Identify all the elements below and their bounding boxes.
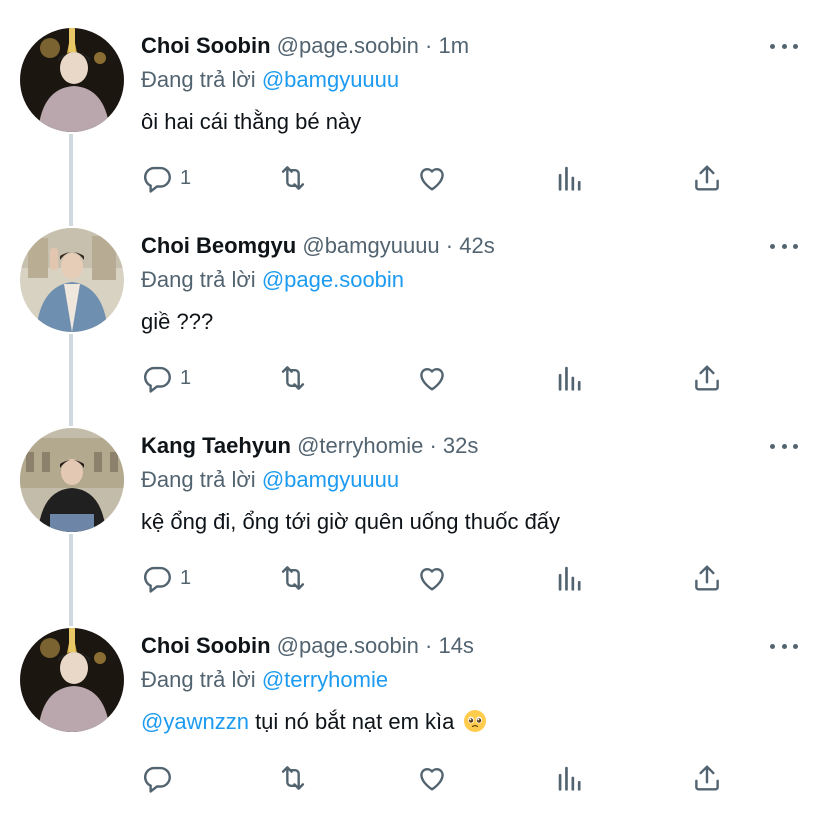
tweet[interactable]: Kang Taehyun @terryhomie · 32s Đang trả … <box>0 400 828 600</box>
separator-dot: · <box>429 433 437 458</box>
views-button[interactable] <box>553 560 587 596</box>
tweet-actions <box>140 760 740 796</box>
tweet-text: kệ ổng đi, ổng tới giờ quên uống thuốc đ… <box>141 509 561 534</box>
replying-to: Đang trả lời @bamgyuuuu <box>141 66 399 94</box>
tweet-header: Choi Beomgyu @bamgyuuuu · 42s <box>141 232 495 260</box>
tweet-header: Kang Taehyun @terryhomie · 32s <box>141 432 478 460</box>
reply-button[interactable]: 1 <box>140 360 191 396</box>
tweet[interactable]: Choi Soobin @page.soobin · 14s Đang trả … <box>0 600 828 800</box>
avatar[interactable] <box>20 628 124 732</box>
timestamp[interactable]: 32s <box>443 433 478 458</box>
views-button[interactable] <box>553 360 587 396</box>
reply-icon <box>144 566 171 593</box>
analytics-icon <box>558 566 581 591</box>
replying-to-handle[interactable]: @bamgyuuuu <box>262 467 399 492</box>
like-button[interactable] <box>415 360 449 396</box>
tweet-header: Choi Soobin @page.soobin · 14s <box>141 632 474 660</box>
replying-to-handle[interactable]: @page.soobin <box>262 267 404 292</box>
user-handle[interactable]: @page.soobin <box>277 633 419 658</box>
reply-button[interactable]: 1 <box>140 160 191 196</box>
display-name[interactable]: Kang Taehyun <box>141 433 291 458</box>
retweet-button[interactable] <box>276 560 310 596</box>
tweet-header: Choi Soobin @page.soobin · 1m <box>141 32 469 60</box>
more-icon[interactable] <box>770 36 798 56</box>
reply-icon <box>144 366 171 393</box>
tweet[interactable]: Choi Soobin @page.soobin · 1m Đang trả l… <box>0 0 828 200</box>
replying-label: Đang trả lời <box>141 67 256 92</box>
display-name[interactable]: Choi Soobin <box>141 33 271 58</box>
tweet[interactable]: Choi Beomgyu @bamgyuuuu · 42s Đang trả l… <box>0 200 828 400</box>
tweet-actions: 1 <box>140 360 740 396</box>
heart-icon <box>420 168 444 191</box>
tweet-actions: 1 <box>140 160 740 196</box>
replying-to-handle[interactable]: @terryhomie <box>262 667 388 692</box>
retweet-button[interactable] <box>276 160 310 196</box>
analytics-icon <box>558 166 581 191</box>
reply-button[interactable]: 1 <box>140 560 191 596</box>
heart-icon <box>420 768 444 791</box>
timestamp[interactable]: 14s <box>438 633 473 658</box>
user-handle[interactable]: @page.soobin <box>277 33 419 58</box>
retweet-icon <box>281 366 305 390</box>
replying-to: Đang trả lời @bamgyuuuu <box>141 466 399 494</box>
retweet-button[interactable] <box>276 360 310 396</box>
reply-thread: Choi Soobin @page.soobin · 1m Đang trả l… <box>0 0 828 821</box>
replying-label: Đang trả lời <box>141 467 256 492</box>
more-icon[interactable] <box>770 236 798 256</box>
replying-to-handle[interactable]: @bamgyuuuu <box>262 67 399 92</box>
heart-icon <box>420 368 444 391</box>
tweet-text: tụi nó bắt nạt em kìa <box>255 709 455 734</box>
reply-count: 1 <box>180 366 192 389</box>
more-icon[interactable] <box>770 436 798 456</box>
replying-to: Đang trả lời @page.soobin <box>141 266 404 294</box>
share-button[interactable] <box>690 560 724 596</box>
share-button[interactable] <box>690 760 724 796</box>
share-button[interactable] <box>690 360 724 396</box>
retweet-icon <box>281 566 305 590</box>
reply-icon <box>144 766 171 793</box>
retweet-icon <box>281 766 305 790</box>
reply-count: 1 <box>180 166 192 189</box>
reply-button[interactable] <box>140 760 180 796</box>
more-icon[interactable] <box>770 636 798 656</box>
analytics-icon <box>558 766 581 791</box>
share-icon <box>695 365 719 391</box>
views-button[interactable] <box>553 760 587 796</box>
timestamp[interactable]: 42s <box>459 233 494 258</box>
replying-label: Đang trả lời <box>141 667 256 692</box>
user-handle[interactable]: @bamgyuuuu <box>302 233 439 258</box>
tweet-text-row: @yawnzzn tụi nó bắt nạt em kìa <box>141 708 487 736</box>
avatar[interactable] <box>20 228 124 332</box>
mention-link[interactable]: @yawnzzn <box>141 709 249 734</box>
share-icon <box>695 565 719 591</box>
avatar[interactable] <box>20 28 124 132</box>
avatar[interactable] <box>20 428 124 532</box>
reply-icon <box>144 166 171 193</box>
display-name[interactable]: Choi Soobin <box>141 633 271 658</box>
like-button[interactable] <box>415 560 449 596</box>
share-button[interactable] <box>690 160 724 196</box>
separator-dot: · <box>425 633 433 658</box>
retweet-button[interactable] <box>276 760 310 796</box>
display-name[interactable]: Choi Beomgyu <box>141 233 296 258</box>
user-handle[interactable]: @terryhomie <box>297 433 423 458</box>
pleading-face-emoji <box>463 710 486 732</box>
views-button[interactable] <box>553 160 587 196</box>
separator-dot: · <box>425 33 433 58</box>
tweet-text: giề ??? <box>141 309 214 334</box>
share-icon <box>695 165 719 191</box>
share-icon <box>695 765 719 791</box>
like-button[interactable] <box>415 760 449 796</box>
replying-to: Đang trả lời @terryhomie <box>141 666 388 694</box>
tweet-actions: 1 <box>140 560 740 596</box>
separator-dot: · <box>445 233 454 258</box>
tweet-text: ôi hai cái thằng bé này <box>141 109 362 134</box>
reply-count: 1 <box>180 566 192 589</box>
timestamp[interactable]: 1m <box>438 33 469 58</box>
like-button[interactable] <box>415 160 449 196</box>
heart-icon <box>420 568 444 591</box>
replying-label: Đang trả lời <box>141 267 256 292</box>
retweet-icon <box>281 166 305 190</box>
analytics-icon <box>558 366 581 391</box>
